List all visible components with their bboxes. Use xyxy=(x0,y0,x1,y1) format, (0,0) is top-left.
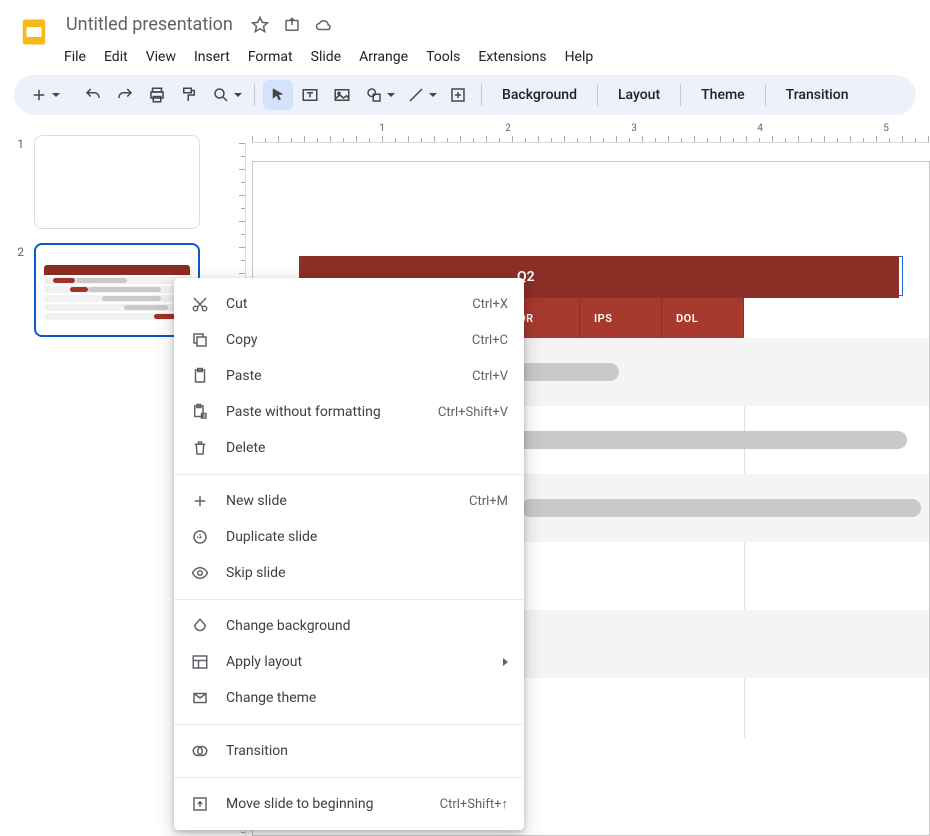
menu-item-shortcut: Ctrl+X xyxy=(472,297,508,312)
header: Untitled presentation FileEditViewInsert… xyxy=(0,0,930,69)
slides-logo[interactable] xyxy=(16,8,52,56)
slide-number: 1 xyxy=(10,135,24,151)
toolbar-divider xyxy=(254,84,255,106)
menu-separator xyxy=(174,777,524,778)
menu-item-change-background[interactable]: Change background xyxy=(174,608,524,644)
menu-edit[interactable]: Edit xyxy=(96,45,136,69)
toolbar: Background Layout Theme Transition xyxy=(14,75,916,115)
menu-item-move-slide-to-beginning[interactable]: Move slide to beginning Ctrl+Shift+↑ xyxy=(174,786,524,822)
horizontal-ruler[interactable]: 12345 xyxy=(252,121,930,143)
menu-item-copy[interactable]: Copy Ctrl+C xyxy=(174,322,524,358)
cut-icon xyxy=(190,294,210,314)
menu-item-change-theme[interactable]: Change theme xyxy=(174,680,524,716)
line-tool[interactable] xyxy=(401,80,441,110)
menu-tools[interactable]: Tools xyxy=(418,45,468,69)
copy-icon xyxy=(190,330,210,350)
menu-insert[interactable]: Insert xyxy=(186,45,238,69)
toolbar-divider xyxy=(765,84,766,106)
move-begin-icon xyxy=(190,794,210,814)
menu-item-shortcut: Ctrl+V xyxy=(472,369,508,384)
menu-file[interactable]: File xyxy=(56,45,94,69)
paste-icon xyxy=(190,366,210,386)
menu-item-label: Apply layout xyxy=(226,654,487,670)
month-cell: IPS xyxy=(580,298,662,338)
star-icon[interactable] xyxy=(251,16,269,34)
menu-item-label: Delete xyxy=(226,440,508,456)
menu-separator xyxy=(174,474,524,475)
menu-item-duplicate-slide[interactable]: Duplicate slide xyxy=(174,519,524,555)
theme-button[interactable]: Theme xyxy=(689,80,757,110)
menu-item-new-slide[interactable]: New slide Ctrl+M xyxy=(174,483,524,519)
undo-button[interactable] xyxy=(78,80,108,110)
menu-item-label: Skip slide xyxy=(226,565,508,581)
zoom-button[interactable] xyxy=(206,80,246,110)
toolbar-divider xyxy=(680,84,681,106)
toolbar-divider xyxy=(597,84,598,106)
menu-item-label: Copy xyxy=(226,332,456,348)
paint-format-button[interactable] xyxy=(174,80,204,110)
menu-item-paste[interactable]: Paste Ctrl+V xyxy=(174,358,524,394)
quarter-cell: Q2 xyxy=(499,256,899,298)
menu-slide[interactable]: Slide xyxy=(303,45,349,69)
menu-arrange[interactable]: Arrange xyxy=(351,45,416,69)
move-icon[interactable] xyxy=(283,16,301,34)
menu-item-label: Change theme xyxy=(226,690,508,706)
menu-item-label: Cut xyxy=(226,296,456,312)
delete-icon xyxy=(190,438,210,458)
paste-plain-icon xyxy=(190,402,210,422)
layout-button[interactable]: Layout xyxy=(606,80,672,110)
menu-extensions[interactable]: Extensions xyxy=(470,45,554,69)
menubar: FileEditViewInsertFormatSlideArrangeTool… xyxy=(56,45,914,69)
menu-item-skip-slide[interactable]: Skip slide xyxy=(174,555,524,591)
menu-item-label: Move slide to beginning xyxy=(226,796,424,812)
plus-icon xyxy=(190,491,210,511)
menu-item-label: Duplicate slide xyxy=(226,529,508,545)
redo-button[interactable] xyxy=(110,80,140,110)
slide-context-menu: Cut Ctrl+X Copy Ctrl+C Paste Ctrl+V Paste with… xyxy=(174,278,524,830)
shape-tool[interactable] xyxy=(359,80,399,110)
menu-item-label: Transition xyxy=(226,743,508,759)
menu-format[interactable]: Format xyxy=(240,45,301,69)
menu-separator xyxy=(174,599,524,600)
slide-number: 2 xyxy=(10,243,24,259)
background-icon xyxy=(190,616,210,636)
menu-item-shortcut: Ctrl+M xyxy=(469,494,508,509)
menu-item-apply-layout[interactable]: Apply layout xyxy=(174,644,524,680)
textbox-tool[interactable] xyxy=(295,80,325,110)
menu-item-transition[interactable]: Transition xyxy=(174,733,524,769)
menu-help[interactable]: Help xyxy=(557,45,602,69)
menu-item-label: Change background xyxy=(226,618,508,634)
document-title[interactable]: Untitled presentation xyxy=(62,12,237,37)
menu-item-shortcut: Ctrl+Shift+↑ xyxy=(440,796,508,812)
skip-icon xyxy=(190,563,210,583)
toolbar-divider xyxy=(481,84,482,106)
transition-button[interactable]: Transition xyxy=(774,80,861,110)
menu-item-cut[interactable]: Cut Ctrl+X xyxy=(174,286,524,322)
menu-item-shortcut: Ctrl+C xyxy=(472,333,508,348)
menu-item-delete[interactable]: Delete xyxy=(174,430,524,466)
background-button[interactable]: Background xyxy=(490,80,589,110)
menu-item-shortcut: Ctrl+Shift+V xyxy=(438,405,508,420)
month-cell: DOL xyxy=(662,298,744,338)
select-tool[interactable] xyxy=(263,80,293,110)
print-button[interactable] xyxy=(142,80,172,110)
menu-item-label: New slide xyxy=(226,493,453,509)
layout-icon xyxy=(190,652,210,672)
theme-icon xyxy=(190,688,210,708)
new-slide-button[interactable] xyxy=(24,80,64,110)
cloud-icon[interactable] xyxy=(315,16,333,34)
menu-view[interactable]: View xyxy=(138,45,184,69)
menu-item-label: Paste xyxy=(226,368,456,384)
slide-thumbnail-1[interactable] xyxy=(34,135,200,229)
duplicate-icon xyxy=(190,527,210,547)
menu-separator xyxy=(174,724,524,725)
transition-icon xyxy=(190,741,210,761)
image-tool[interactable] xyxy=(327,80,357,110)
comment-button[interactable] xyxy=(443,80,473,110)
menu-item-label: Paste without formatting xyxy=(226,404,422,420)
menu-item-paste-without-formatting[interactable]: Paste without formatting Ctrl+Shift+V xyxy=(174,394,524,430)
